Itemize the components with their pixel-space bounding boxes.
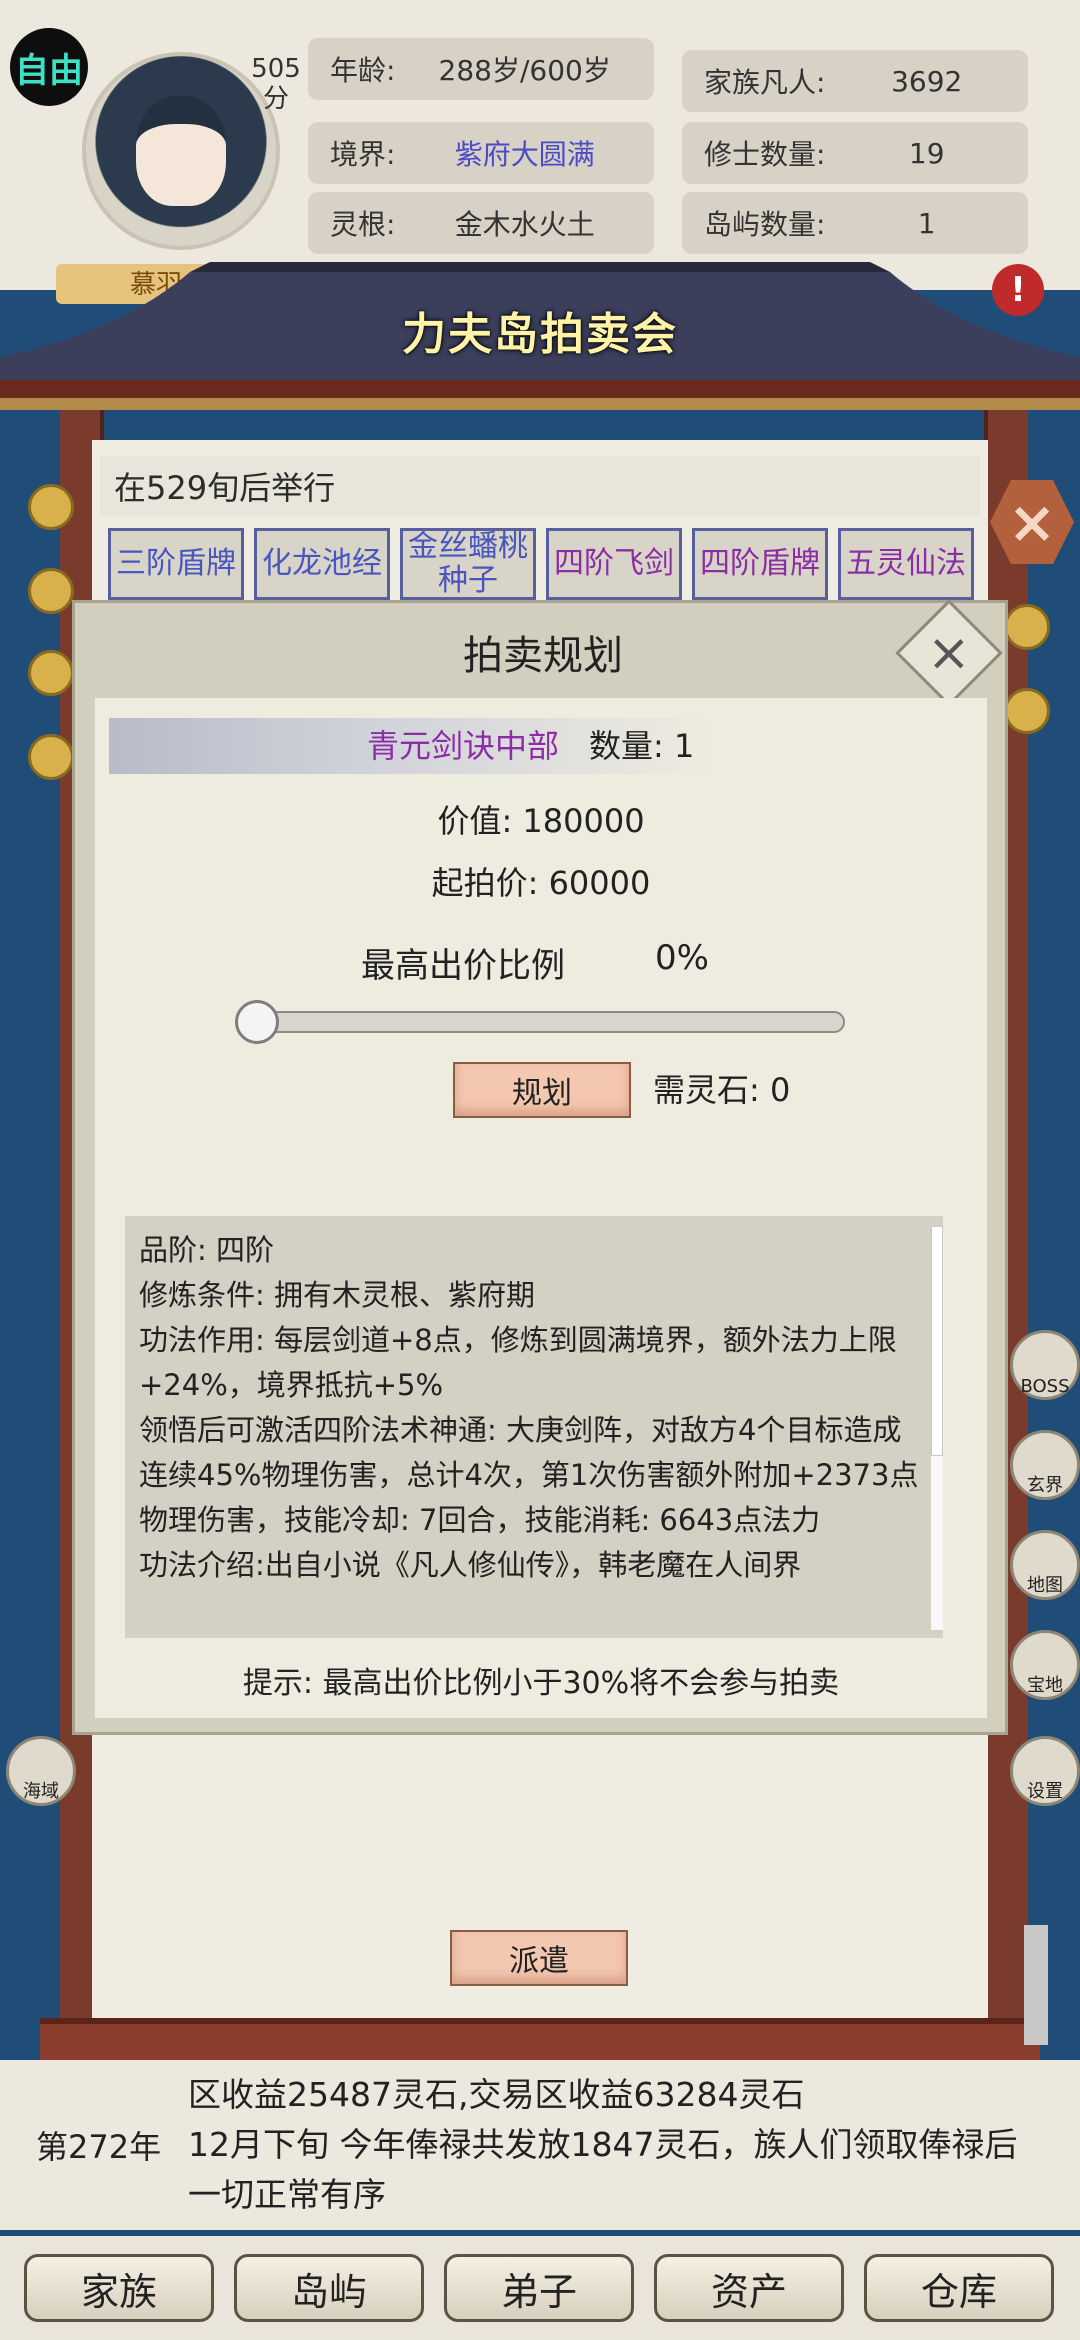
- description-line: 修炼条件: 拥有木灵根、紫府期: [139, 1278, 535, 1312]
- settings-button[interactable]: 设置: [1010, 1736, 1080, 1806]
- stat-label: 年龄:: [330, 54, 396, 87]
- stat-cultivators: 修士数量: 19: [682, 122, 1028, 184]
- item-value: 价值: 180000: [437, 802, 645, 840]
- stat-label: 境界:: [330, 138, 396, 171]
- start-price: 起拍价: 60000: [431, 864, 651, 902]
- dispatch-button[interactable]: 派遣: [450, 1930, 628, 1986]
- stat-value: 288岁/600岁: [438, 54, 611, 87]
- free-status-badge[interactable]: 自由: [10, 28, 88, 106]
- stat-label: 修士数量:: [704, 138, 826, 171]
- stat-value: 19: [908, 136, 945, 170]
- bid-ratio-label: 最高出价比例: [361, 946, 565, 986]
- stat-value: 金木水火土: [454, 208, 595, 241]
- log-line: 12月下旬 今年俸禄共发放1847灵石，族人们领取俸禄后一切正常有序: [188, 2125, 1018, 2214]
- coin-icon: [1004, 688, 1050, 734]
- auction-plan-modal: 拍卖规划 × 青元剑诀中部 数量: 1 价值: 180000 起拍价: 6000…: [72, 599, 1008, 1735]
- avatar-face: [136, 96, 226, 206]
- description-line: 品阶: 四阶: [139, 1233, 274, 1267]
- stat-value: 3692: [891, 64, 963, 98]
- auction-item-tab[interactable]: 金丝蟠桃种子: [400, 528, 536, 600]
- coin-icon: [28, 650, 74, 696]
- score-value: 505 分: [251, 54, 301, 114]
- bid-ratio-value: 0%: [655, 938, 709, 978]
- stat-label: 家族凡人:: [704, 66, 826, 99]
- auction-item-tab[interactable]: 四阶盾牌: [692, 528, 828, 600]
- close-icon: ×: [927, 622, 971, 683]
- stat-age: 年龄: 288岁/600岁: [308, 38, 654, 100]
- map-button[interactable]: 地图: [1010, 1530, 1080, 1600]
- log-line: 区收益25487灵石,交易区收益63284灵石: [188, 2075, 805, 2114]
- coin-icon: [28, 568, 74, 614]
- plan-button[interactable]: 规划: [453, 1062, 631, 1118]
- log-text: 区收益25487灵石,交易区收益63284灵石 12月下旬 今年俸禄共发放184…: [188, 2070, 1048, 2220]
- stat-islands: 岛屿数量: 1: [682, 192, 1028, 254]
- modal-body: 青元剑诀中部 数量: 1 价值: 180000 起拍价: 60000 最高出价比…: [95, 698, 987, 1718]
- stat-value: 1: [917, 206, 936, 240]
- mystic-realm-button[interactable]: 玄界: [1010, 1430, 1080, 1500]
- bid-ratio-slider[interactable]: [245, 1011, 845, 1033]
- nav-disciples[interactable]: 弟子: [444, 2254, 634, 2322]
- scrollbar-thumb[interactable]: [931, 1226, 943, 1456]
- required-spirit-stone: 需灵石: 0: [653, 1071, 791, 1109]
- log-year: 第272年: [36, 2128, 162, 2166]
- auction-item-tab[interactable]: 化龙池经: [254, 528, 390, 600]
- auction-item-tab[interactable]: 四阶飞剑: [546, 528, 682, 600]
- nav-warehouse[interactable]: 仓库: [864, 2254, 1054, 2322]
- side-button-label: BOSS: [1020, 1376, 1070, 1397]
- stat-label: 岛屿数量:: [704, 208, 826, 241]
- item-description: 品阶: 四阶 修炼条件: 拥有木灵根、紫府期 功法作用: 每层剑道+8点，修炼到…: [139, 1228, 919, 1588]
- slider-handle[interactable]: [235, 1000, 279, 1044]
- nav-assets[interactable]: 资产: [654, 2254, 844, 2322]
- description-line: 功法作用: 每层剑道+8点，修炼到圆满境界，额外法力上限+24%，境界抵抗+5%: [139, 1323, 897, 1402]
- coin-icon: [28, 484, 74, 530]
- modal-close-button[interactable]: ×: [895, 599, 1003, 707]
- side-button-label: 地图: [1027, 1575, 1063, 1596]
- side-button-label: 玄界: [1027, 1475, 1063, 1496]
- modal-title: 拍卖规划: [463, 633, 623, 679]
- coin-icon: [28, 734, 74, 780]
- auction-title: 力夫岛拍卖会: [402, 309, 678, 360]
- stat-label: 灵根:: [330, 208, 396, 241]
- stat-spirit-root: 灵根: 金木水火土: [308, 192, 654, 254]
- item-description-box[interactable]: 品阶: 四阶 修炼条件: 拥有木灵根、紫府期 功法作用: 每层剑道+8点，修炼到…: [125, 1216, 943, 1638]
- item-header: 青元剑诀中部 数量: 1: [109, 718, 971, 774]
- item-quantity: 数量: 1: [589, 727, 695, 765]
- side-button-label: 设置: [1027, 1781, 1063, 1802]
- boss-button[interactable]: BOSS: [1010, 1330, 1080, 1400]
- stat-value: 紫府大圆满: [454, 138, 595, 171]
- side-button-label: 宝地: [1027, 1675, 1063, 1696]
- log-scrollbar[interactable]: [1024, 1925, 1048, 2045]
- side-button-label: 海域: [23, 1781, 59, 1802]
- description-line: 功法介绍:出自小说《凡人修仙传》，韩老魔在人间界: [139, 1548, 802, 1582]
- sea-area-button[interactable]: 海域: [6, 1736, 76, 1806]
- bid-tip: 提示: 最高出价比例小于30%将不会参与拍卖: [242, 1666, 840, 1701]
- stat-realm: 境界: 紫府大圆满: [308, 122, 654, 184]
- auction-schedule: 在529旬后举行: [100, 456, 980, 516]
- item-name: 青元剑诀中部: [366, 727, 559, 765]
- treasure-land-button[interactable]: 宝地: [1010, 1630, 1080, 1700]
- nav-family[interactable]: 家族: [24, 2254, 214, 2322]
- nav-island[interactable]: 岛屿: [234, 2254, 424, 2322]
- auction-item-tab[interactable]: 五灵仙法: [838, 528, 974, 600]
- stat-mortals: 家族凡人: 3692: [682, 50, 1028, 112]
- auction-item-tab[interactable]: 三阶盾牌: [108, 528, 244, 600]
- description-line: 领悟后可激活四阶法术神通: 大庚剑阵，对敌方4个目标造成连续45%物理伤害，总计…: [139, 1413, 919, 1537]
